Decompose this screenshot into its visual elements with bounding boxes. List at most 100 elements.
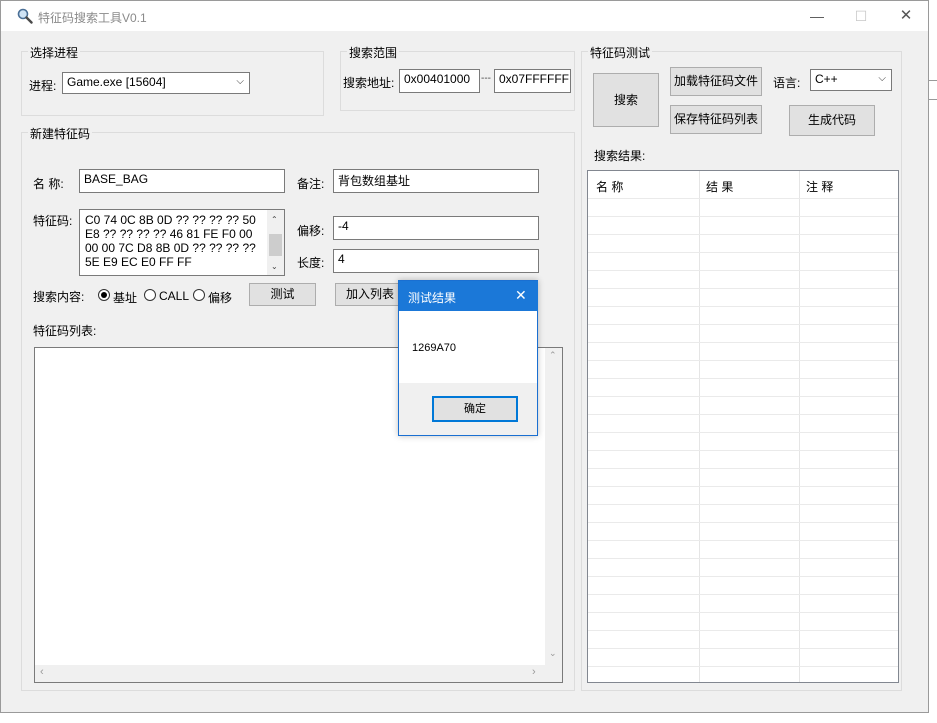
search-results-label: 搜索结果: [594,149,646,163]
signature-line: 5E E9 EC E0 FF FF [85,255,192,269]
grid-row-line [588,216,898,217]
language-value: C++ [815,72,838,86]
scroll-right-icon[interactable]: › [532,666,536,678]
signature-line: 00 00 7C D8 8B 0D ?? ?? ?? ?? [85,241,256,255]
grid-row-line [588,468,898,469]
scroll-left-icon[interactable]: ‹ [40,666,44,678]
dialog-footer: 确定 [399,383,537,435]
end-address-input[interactable]: 0x07FFFFFF [494,69,571,93]
radio-offset[interactable] [193,289,205,301]
note-label: 备注: [297,177,325,191]
chevron-down-icon: ⌵ [878,73,886,84]
grid-row-line [588,558,898,559]
grid-row-line [588,360,898,361]
signature-textarea[interactable]: C0 74 0C 8B 0D ?? ?? ?? ?? 50 E8 ?? ?? ?… [79,209,285,276]
process-label: 进程: [29,79,57,93]
grid-row-line [588,306,898,307]
dialog-close-icon[interactable]: ✕ [515,287,527,304]
scroll-down-icon[interactable]: ⌄ [271,260,278,274]
scroll-up-icon[interactable]: ⌃ [549,350,557,361]
maximize-button[interactable]: ☐ [846,5,876,27]
grid-row-line [588,378,898,379]
search-button[interactable]: 搜索 [593,73,659,127]
grid-row-line [588,576,898,577]
grid-row-line [588,666,898,667]
title-bar[interactable]: 特征码搜索工具V0.1 — ☐ ✕ [1,1,928,31]
new-signature-group-label: 新建特征码 [28,125,93,142]
generate-code-button[interactable]: 生成代码 [789,105,875,136]
radio-base-label: 基址 [113,291,138,305]
grid-row-line [588,486,898,487]
grid-row-line [588,504,898,505]
grid-row-line [588,198,898,199]
column-divider [699,171,700,682]
column-divider [799,171,800,682]
minimize-button[interactable]: — [802,5,832,27]
magnifier-icon [17,8,33,24]
length-label: 长度: [297,256,325,270]
test-group-label: 特征码测试 [588,44,653,61]
process-combo[interactable]: Game.exe [15604] ⌵ [62,72,250,94]
load-signature-file-button[interactable]: 加载特征码文件 [670,67,762,96]
grid-row-line [588,612,898,613]
offset-label: 偏移: [297,224,325,238]
grid-row-line [588,342,898,343]
chevron-down-icon: ⌵ [236,76,244,87]
process-value: Game.exe [15604] [67,75,166,89]
list-vscrollbar[interactable]: ⌃ ⌄ [545,348,562,665]
signature-scrollbar[interactable]: ⌃ ⌄ [267,210,284,275]
grid-row-line [588,540,898,541]
radio-call-label: CALL [159,289,190,303]
dialog-message: 1269A70 [412,342,457,354]
signature-list-label: 特征码列表: [33,324,97,338]
radio-call[interactable] [144,289,156,301]
name-input[interactable]: BASE_BAG [79,169,285,193]
grid-row-line [588,270,898,271]
grid-row-line [588,630,898,631]
column-comment[interactable]: 注 释 [806,178,833,195]
window-title: 特征码搜索工具V0.1 [38,11,147,25]
test-result-dialog: 测试结果 ✕ 1269A70 确定 [398,280,538,436]
language-label: 语言: [773,76,801,90]
dialog-title-bar[interactable]: 测试结果 ✕ [399,281,538,311]
grid-row-line [588,234,898,235]
grid-row-line [588,324,898,325]
scroll-down-icon[interactable]: ⌄ [549,648,557,659]
grid-row-line [588,432,898,433]
dialog-title: 测试结果 [408,291,457,305]
process-group-label: 选择进程 [28,44,81,61]
signature-line: C0 74 0C 8B 0D ?? ?? ?? ?? 50 [85,213,256,227]
test-button[interactable]: 测试 [249,283,316,306]
grid-row-line [588,594,898,595]
grid-row-line [588,252,898,253]
signature-label: 特征码: [33,214,73,228]
background-window-fragment [929,80,937,100]
save-signature-list-button[interactable]: 保存特征码列表 [670,105,762,134]
grid-row-line [588,288,898,289]
column-name[interactable]: 名 称 [596,178,623,195]
scroll-up-icon[interactable]: ⌃ [271,213,278,227]
ok-button[interactable]: 确定 [432,396,518,422]
radio-offset-label: 偏移 [208,291,233,305]
list-hscrollbar[interactable]: ‹ › [35,665,545,682]
language-combo[interactable]: C++ ⌵ [810,69,892,91]
close-button[interactable]: ✕ [891,5,921,27]
name-label: 名 称: [33,177,64,191]
range-label: 搜索地址: [343,76,395,90]
grid-row-line [588,648,898,649]
results-list[interactable]: 名 称 结 果 注 释 [587,170,899,683]
search-type-label: 搜索内容: [33,290,85,304]
scroll-thumb[interactable] [269,234,282,256]
add-to-list-button[interactable]: 加入列表 [335,283,405,306]
length-input[interactable]: 4 [333,249,539,273]
results-header: 名 称 结 果 注 释 [588,171,898,198]
start-address-input[interactable]: 0x00401000 [399,69,480,93]
grid-row-line [588,522,898,523]
column-result[interactable]: 结 果 [706,178,733,195]
radio-base[interactable] [98,289,110,301]
offset-input[interactable]: -4 [333,216,539,240]
range-separator: --- [481,73,491,84]
grid-row-line [588,450,898,451]
note-input[interactable]: 背包数组基址 [333,169,539,193]
scroll-corner [545,665,562,682]
